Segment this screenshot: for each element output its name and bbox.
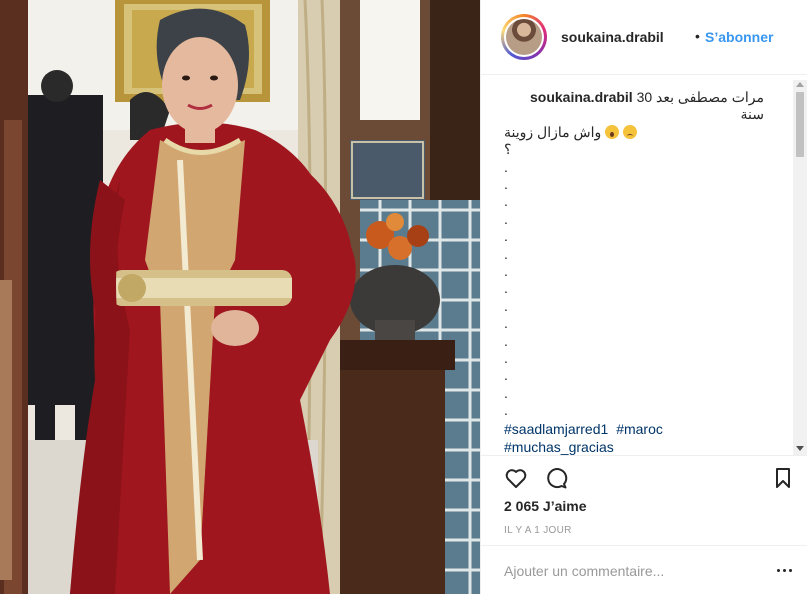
caption: soukaina.drabil مرات مصطفى بعد 30 سنة وا… — [504, 89, 764, 455]
hashtag-link[interactable]: #muchas_gracias — [504, 439, 614, 455]
comment-input[interactable] — [504, 563, 744, 579]
hashtag-link[interactable]: #maroc — [616, 421, 663, 437]
header-separator-dot: • — [695, 28, 700, 44]
caption-text-1: مرات مصطفى بعد 30 سنة — [636, 89, 764, 123]
header-username[interactable]: soukaina.drabil — [561, 29, 664, 45]
caption-dot: . — [504, 280, 508, 297]
bookmark-icon[interactable] — [771, 466, 795, 490]
hashtag-link[interactable]: #saadlamjarred1 — [504, 421, 608, 437]
caption-dot: . — [504, 315, 508, 332]
caption-dot: . — [504, 228, 508, 245]
action-bar — [481, 455, 807, 501]
avatar-image — [506, 19, 542, 55]
caption-dot: . — [504, 332, 508, 349]
comment-bar — [481, 545, 807, 594]
caption-dot: . — [504, 367, 508, 384]
follow-button[interactable]: S’abonner — [705, 29, 773, 45]
avatar[interactable] — [504, 17, 544, 57]
hashtags: #saadlamjarred1 #maroc #muchas_gracias — [504, 421, 764, 455]
caption-scrollbar[interactable] — [793, 80, 807, 455]
caption-username[interactable]: soukaina.drabil — [530, 89, 633, 105]
caption-dot: . — [504, 158, 508, 175]
caption-dot: . — [504, 176, 508, 193]
frown-emoji-icon — [623, 124, 638, 139]
post-photo-image — [0, 0, 480, 594]
caption-dot: . — [504, 193, 508, 210]
post-header: soukaina.drabil • S’abonner — [481, 0, 807, 75]
caption-dot: . — [504, 262, 508, 279]
post-photo[interactable] — [0, 0, 480, 594]
caption-dot: . — [504, 297, 508, 314]
comment-icon[interactable] — [544, 466, 568, 490]
likes-count[interactable]: 2 065 J’aime — [504, 498, 587, 514]
caption-dot: . — [504, 349, 508, 366]
caption-line-1: soukaina.drabil مرات مصطفى بعد 30 سنة — [504, 89, 764, 124]
instagram-post: soukaina.drabil • S’abonner soukaina.dra… — [0, 0, 807, 594]
scroll-thumb[interactable] — [796, 92, 804, 157]
caption-area[interactable]: soukaina.drabil مرات مصطفى بعد 30 سنة وا… — [481, 75, 807, 455]
caption-text-2: واش مازال زوينة — [504, 123, 602, 140]
more-icon[interactable] — [777, 568, 793, 574]
heart-icon[interactable] — [504, 466, 528, 490]
post-side-panel: soukaina.drabil • S’abonner soukaina.dra… — [480, 0, 807, 594]
caption-dot: . — [504, 402, 508, 419]
caption-line-2: واش مازال زوينة — [504, 124, 764, 141]
scroll-down-arrow-icon[interactable] — [796, 446, 804, 451]
caption-dots: . . . . . . . . . . . . . . . — [504, 159, 764, 420]
scream-emoji-icon — [605, 124, 620, 139]
caption-dot: . — [504, 384, 508, 401]
scroll-up-arrow-icon[interactable] — [796, 82, 804, 87]
caption-dot: . — [504, 245, 508, 262]
post-timestamp[interactable]: IL Y A 1 JOUR — [504, 525, 572, 536]
avatar-story-ring[interactable] — [501, 14, 547, 60]
caption-dot: . — [504, 210, 508, 227]
caption-line-3: ؟ — [504, 141, 512, 158]
